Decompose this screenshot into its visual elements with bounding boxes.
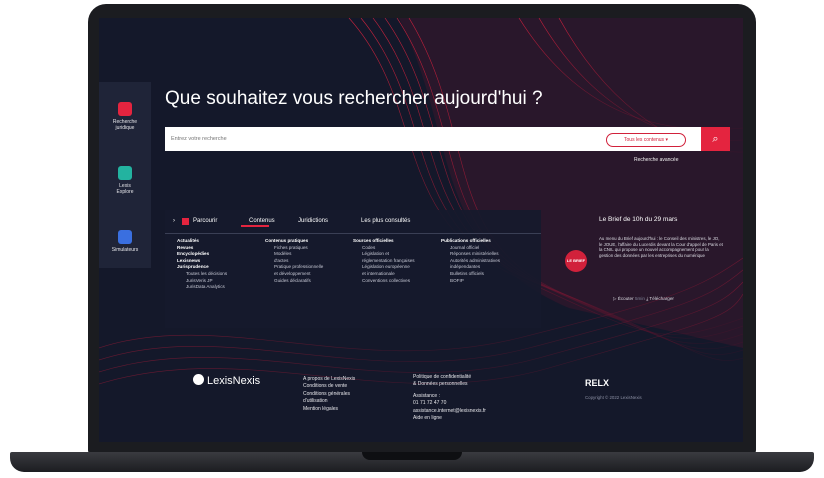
browse-link[interactable]: Guides déclaratifs [265,278,323,285]
browse-link[interactable]: Bulletins officiels [441,271,500,278]
browse-link[interactable]: Toutes les décisions [177,271,227,278]
browse-link[interactable]: indépendantes [441,264,500,271]
sidebar-item-lexis-explore[interactable]: Lexis Explore [99,166,151,195]
search-doc-icon [118,102,132,116]
footer-links-col2: Politique de confidentialité & Données p… [413,374,486,422]
footer-link[interactable]: A propos de LexisNexis [303,376,355,383]
scope-label: Tous les contenus [624,137,665,143]
search-input[interactable] [171,127,591,151]
footer-link[interactable]: Mention légales [303,406,355,413]
chevron-right-icon[interactable]: › [173,218,175,224]
browse-link[interactable]: d'actes [265,258,323,265]
relx-logo: RELX [585,378,610,388]
sidebar: Recherche juridique Lexis Explore Simula… [99,82,151,268]
browse-link[interactable]: Journal officiel [441,245,500,252]
footer-link[interactable]: d'utilisation [303,398,355,405]
sidebar-item-label: Explore [116,189,134,195]
browse-column: Publications officielles Journal officiel… [441,238,500,284]
sidebar-item-label: juridique [115,125,135,131]
footer-phone: 01 71 72 47 70 [413,400,447,407]
browse-heading[interactable]: Publications officielles [441,238,500,245]
browse-link[interactable]: Réponses ministérielles [441,251,500,258]
sidebar-item-simulateurs[interactable]: Simulateurs [99,230,151,253]
browse-link[interactable]: Autorités administratives [441,258,500,265]
browse-heading[interactable]: Jurisprudence [177,264,227,271]
footer-links-col1: A propos de LexisNexis Conditions de ven… [303,376,355,413]
browse-heading[interactable]: Actualités [177,238,227,245]
copyright: Copyright © 2022 LexisNexis [585,395,642,400]
browse-link[interactable]: JurisVeris JP [177,278,227,285]
active-tab-indicator [241,225,269,227]
browse-column: Contenus pratiques Fiches pratiques Modèle… [265,238,323,284]
scope-dropdown[interactable]: Tous les contenus ▾ [606,133,686,147]
sidebar-item-recherche-juridique[interactable]: Recherche juridique [99,102,151,131]
browse-heading[interactable]: Contenus pratiques [265,238,323,245]
explore-icon [118,166,132,180]
search-icon: ⌕ [712,133,719,145]
search-button[interactable]: ⌕ [701,127,730,151]
chevron-down-icon: ▾ [665,137,668,143]
browse-link[interactable]: Conventions collectives [353,278,415,285]
tab-juridictions[interactable]: Juridictions [298,218,328,224]
calculator-icon [118,230,132,244]
divider [165,233,541,234]
browse-link[interactable]: Pratique professionnelle [265,264,323,271]
footer-link[interactable]: Politique de confidentialité [413,374,486,381]
logo-icon [193,374,204,385]
browse-link[interactable]: et internationale [353,271,415,278]
browse-link[interactable]: Modèles [265,251,323,258]
browse-link[interactable]: BOFIP [441,278,500,285]
browse-link[interactable]: Codes [353,245,415,252]
brief-panel: Le Brief de 10h du 29 mars LE BRIEF Au m… [551,210,725,328]
brief-actions: ▷ Écouter 5min ⤓ Télécharger [613,296,674,302]
browse-heading[interactable]: Lexisnews [177,258,227,265]
tab-contenus[interactable]: Contenus [249,218,275,224]
browse-column: Actualités Revues Encyclopédies Lexisnews Ju… [177,238,227,291]
listen-duration: 5min [634,296,645,301]
advanced-search-link[interactable]: Recherche avancée [634,157,678,163]
browse-link[interactable]: Législation et [353,251,415,258]
brief-title: Le Brief de 10h du 29 mars [599,216,678,223]
listen-button[interactable]: Écouter [618,296,634,301]
brand-name: LexisNexis [207,375,261,387]
lexisnexis-logo: LexisNexis [193,374,260,387]
browse-heading[interactable]: Sources officielles [353,238,415,245]
browse-link[interactable]: réglementation françaises [353,258,415,265]
search-bar: Tous les contenus ▾ ⌕ [165,127,730,151]
browse-link[interactable]: JurisData Analytics [177,284,227,291]
browse-link[interactable]: Fiches pratiques [265,245,323,252]
page-title: Que souhaitez vous rechercher aujourd'hu… [165,88,543,109]
footer-link[interactable]: & Données personnelles [413,381,486,388]
footer-link[interactable]: Aide en ligne [413,415,486,422]
footer-link[interactable]: Conditions de vente [303,383,355,390]
download-button[interactable]: Télécharger [649,296,674,301]
brief-text: Au menu du Brief aujourd'hui : le Consei… [599,236,723,258]
footer-email-link[interactable]: assistance.internet@lexisnexis.fr [413,408,486,415]
footer-text: Assistance : [413,392,440,399]
browser-screen: Recherche juridique Lexis Explore Simula… [99,18,743,442]
laptop-notch [362,452,462,460]
sidebar-item-label: Simulateurs [111,247,139,253]
browse-link[interactable]: et développement [265,271,323,278]
browse-column: Sources officielles Codes Législation et ré… [353,238,415,284]
browse-heading[interactable]: Encyclopédies [177,251,227,258]
tab-les-plus-consultes[interactable]: Les plus consultés [361,218,410,224]
brief-logo: LE BRIEF [565,250,587,272]
footer-link[interactable]: Conditions générales [303,391,355,398]
browse-link[interactable]: Législation européenne [353,264,415,271]
browse-panel: › Parcourir Contenus Juridictions Les pl… [165,210,541,328]
tab-parcourir[interactable]: Parcourir [193,218,217,224]
parcourir-icon [182,218,189,225]
browse-heading[interactable]: Revues [177,245,227,252]
